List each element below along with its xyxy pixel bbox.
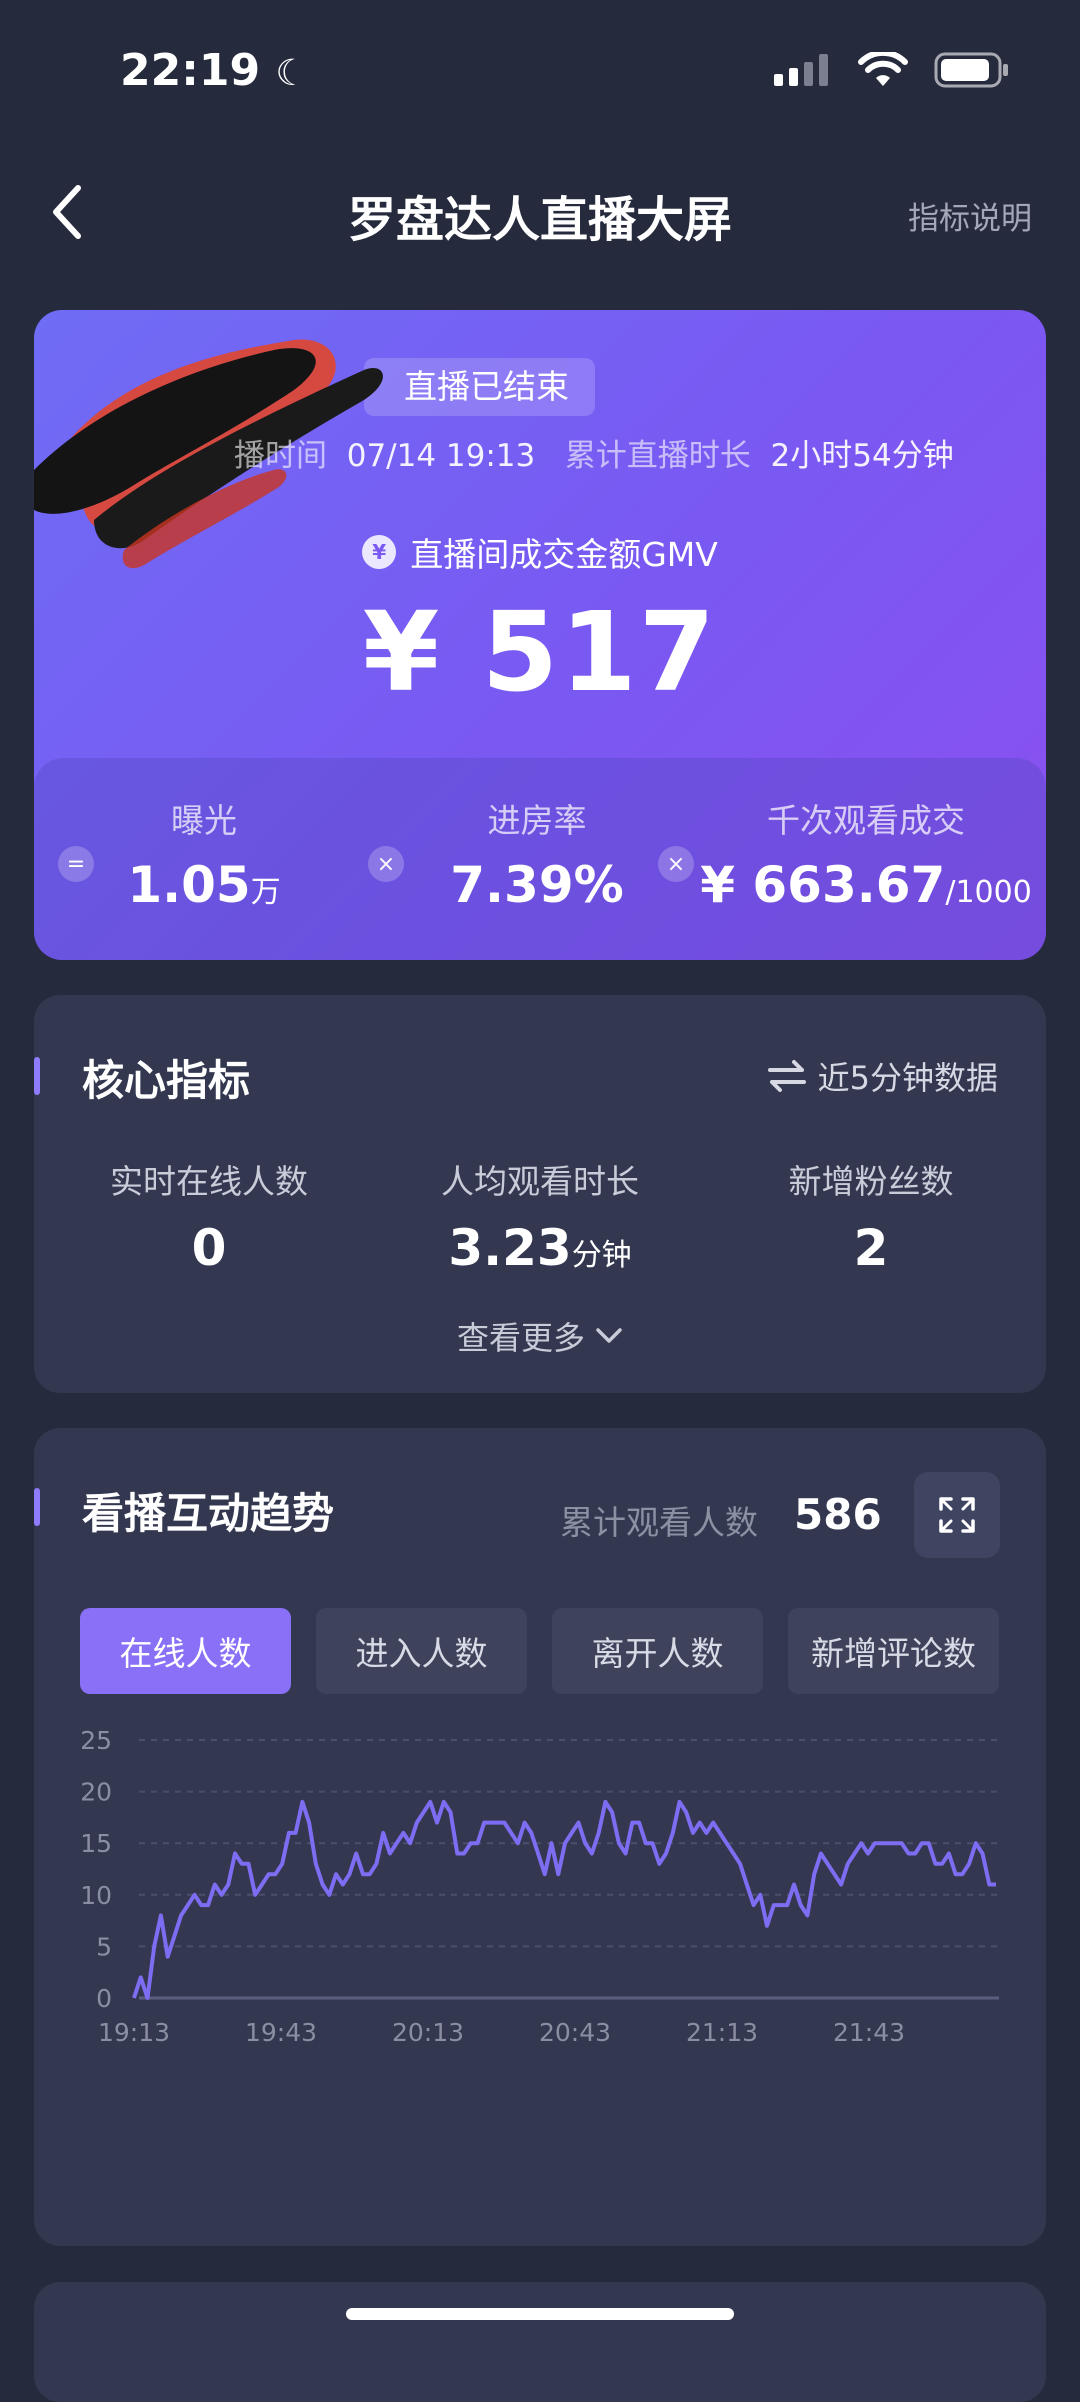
y-tick-label: 15 <box>80 1829 112 1858</box>
swap-icon <box>767 1060 806 1092</box>
online-users-series-line <box>132 1799 996 2000</box>
x-tick-label: 19:13 <box>98 2018 170 2047</box>
signal-icon <box>774 54 828 86</box>
avg-watch-unit: 分钟 <box>571 1238 632 1273</box>
exposure-number: 1.05 <box>127 856 251 914</box>
new-fans-value: 2 <box>853 1219 889 1277</box>
moon-icon: ☾ <box>275 53 308 94</box>
cumulative-viewers-label: 累计观看人数 <box>560 1503 758 1542</box>
online-now-item: 实时在线人数 0 <box>44 1155 374 1277</box>
per-thousand-unit: /1000 <box>945 875 1032 910</box>
start-time-label: 播时间 <box>234 438 327 474</box>
start-time-value: 07/14 19:13 <box>346 438 536 474</box>
entry-rate-label: 进房率 <box>487 801 587 840</box>
y-tick-label: 5 <box>96 1932 112 1961</box>
multiply-icon: × <box>368 846 404 882</box>
y-tick-label: 25 <box>80 1726 112 1755</box>
gmv-breakdown: = 曝光 1.05万 × 进房率 7.39% × 千次观看成交 ¥ 663.67… <box>34 758 1046 960</box>
entry-rate-value: 7.39% <box>450 856 624 914</box>
per-thousand-value: ¥ 663.67/1000 <box>696 856 1036 914</box>
tab-entered-users[interactable]: 进入人数 <box>316 1608 527 1694</box>
expand-icon <box>939 1497 975 1533</box>
exposure-label: 曝光 <box>171 801 237 840</box>
recent-5min-label: 近5分钟数据 <box>817 1059 998 1097</box>
gmv-card: 直播已结束 播时间 07/14 19:13 累计直播时长 2小时54分钟 ¥ 直… <box>34 310 1046 960</box>
per-thousand-stat[interactable]: 千次观看成交 ¥ 663.67/1000 <box>696 794 1036 914</box>
x-tick-label: 21:13 <box>686 2018 758 2047</box>
chevron-down-icon <box>596 1328 622 1343</box>
status-time-text: 22:19 <box>120 45 261 96</box>
status-time: 22:19 ☾ <box>120 45 308 96</box>
equals-icon: = <box>58 846 94 882</box>
yen-icon: ¥ <box>362 535 397 569</box>
exposure-value: 1.05万 <box>94 856 314 914</box>
battery-icon <box>934 52 1008 88</box>
gmv-value: ¥ 517 <box>362 588 718 716</box>
online-now-value: 0 <box>191 1219 227 1277</box>
avg-watch-item: 人均观看时长 3.23分钟 <box>375 1155 705 1277</box>
home-indicator[interactable] <box>346 2308 734 2320</box>
cumulative-viewers-value: 586 <box>794 1490 882 1539</box>
entry-rate-stat[interactable]: 进房率 7.39% <box>422 794 652 914</box>
see-more-label: 查看更多 <box>456 1319 585 1357</box>
avg-watch-label: 人均观看时长 <box>441 1162 639 1201</box>
interaction-trend-card: 看播互动趋势 累计观看人数 586 在线人数 进入人数 离开人数 新增评论数 0… <box>34 1428 1046 2246</box>
new-fans-item: 新增粉丝数 2 <box>706 1155 1036 1277</box>
gmv-label: ¥ 直播间成交金额GMV <box>34 528 1046 576</box>
exposure-stat[interactable]: 曝光 1.05万 <box>94 794 314 914</box>
fullscreen-button[interactable] <box>914 1472 1000 1558</box>
online-now-label: 实时在线人数 <box>110 1162 308 1201</box>
per-thousand-label: 千次观看成交 <box>767 801 965 840</box>
metric-help-link[interactable]: 指标说明 <box>908 193 1032 238</box>
x-tick-label: 20:13 <box>392 2018 464 2047</box>
see-more-button[interactable]: 查看更多 <box>34 1313 1046 1359</box>
status-icons <box>774 52 1010 88</box>
tab-online-users[interactable]: 在线人数 <box>80 1608 291 1694</box>
section-accent <box>34 1488 40 1526</box>
recent-5min-toggle[interactable]: 近5分钟数据 <box>767 1053 998 1099</box>
y-tick-label: 10 <box>80 1881 112 1910</box>
core-title: 核心指标 <box>82 1056 251 1105</box>
x-tick-label: 19:43 <box>245 2018 317 2047</box>
live-time-meta: 播时间 07/14 19:13 累计直播时长 2小时54分钟 <box>234 430 954 475</box>
next-card-peek <box>34 2282 1046 2402</box>
avg-watch-value: 3.23分钟 <box>375 1219 705 1277</box>
section-accent <box>34 1057 40 1095</box>
y-tick-label: 20 <box>80 1778 112 1807</box>
tab-new-comments[interactable]: 新增评论数 <box>788 1608 999 1694</box>
wifi-icon <box>858 52 908 86</box>
y-tick-label: 0 <box>96 1984 112 2013</box>
x-tick-label: 21:43 <box>833 2018 905 2047</box>
per-thousand-number: ¥ 663.67 <box>700 856 946 914</box>
online-users-line-chart: 0 5 10 15 20 25 19:13 19:43 20:13 20:43 21:13 21:43 <box>80 1726 999 2047</box>
tab-left-users[interactable]: 离开人数 <box>552 1608 763 1694</box>
duration-label: 累计直播时长 <box>564 438 751 474</box>
multiply-icon: × <box>658 846 694 882</box>
duration-value: 2小时54分钟 <box>770 438 954 474</box>
exposure-unit: 万 <box>250 875 281 910</box>
x-tick-label: 20:43 <box>539 2018 611 2047</box>
core-metrics-card: 核心指标 近5分钟数据 实时在线人数 0 人均观看时长 3.23分钟 新增粉丝数… <box>34 995 1046 1393</box>
gmv-label-text: 直播间成交金额GMV <box>410 535 718 574</box>
trend-title: 看播互动趋势 <box>82 1489 335 1538</box>
new-fans-label: 新增粉丝数 <box>788 1162 954 1201</box>
avg-watch-number: 3.23 <box>448 1219 572 1277</box>
